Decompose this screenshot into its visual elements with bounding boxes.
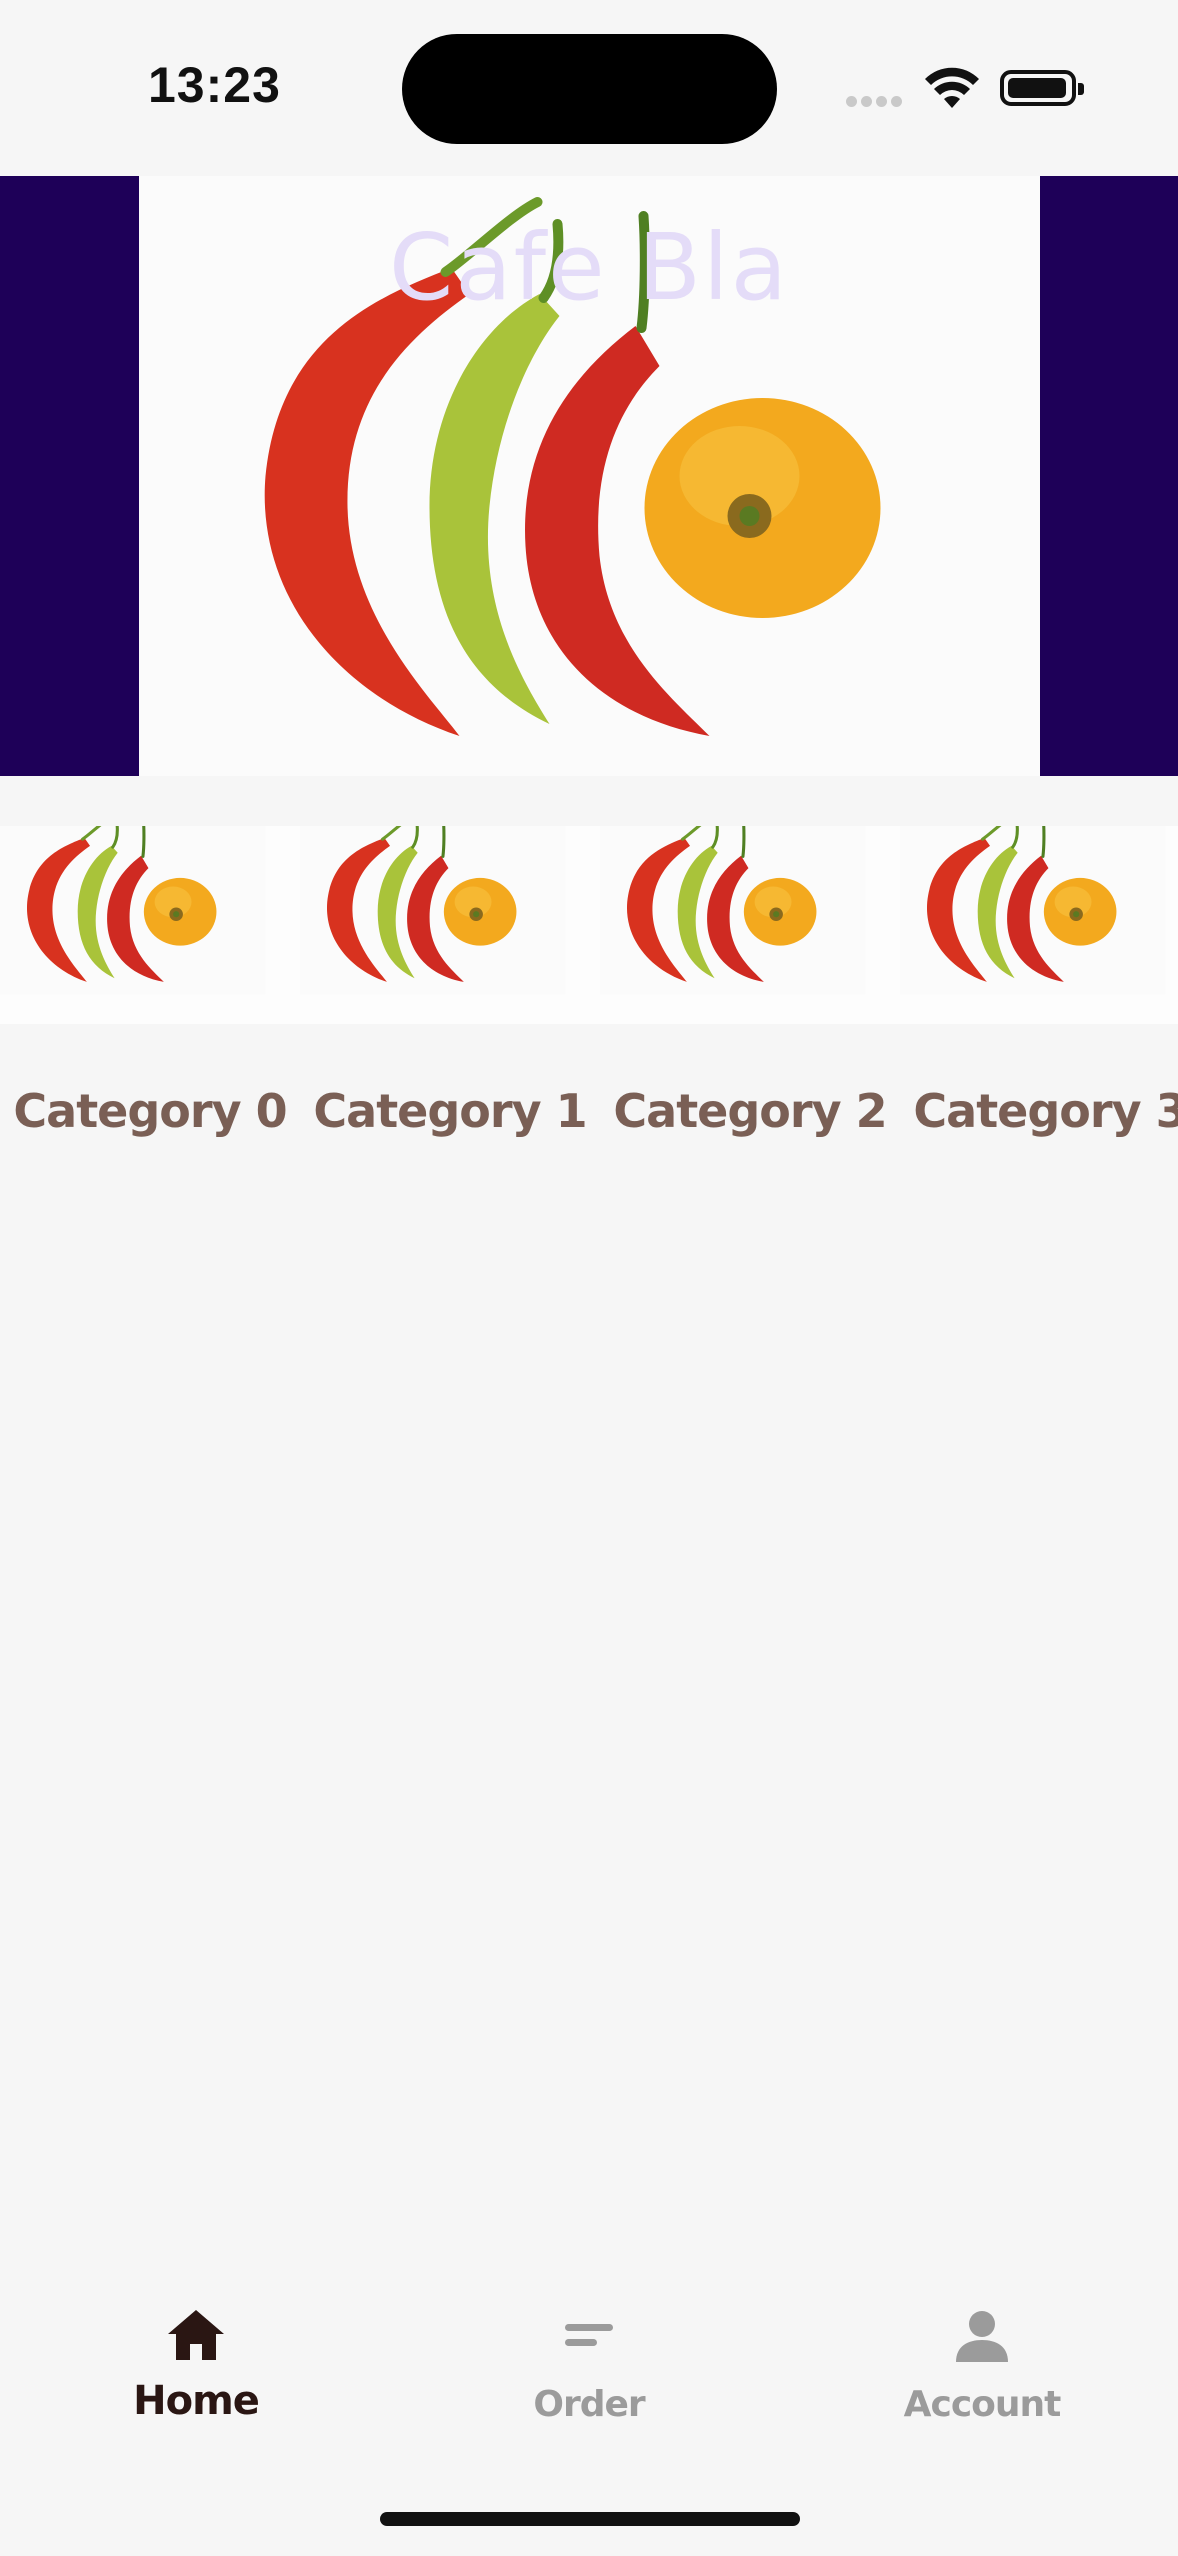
home-indicator[interactable]: [380, 2512, 800, 2526]
battery-icon: [1000, 70, 1084, 106]
nav-label: Account: [903, 2384, 1062, 2425]
category-item-0[interactable]: Category 0: [0, 826, 300, 1156]
category-label: Category 0: [13, 1084, 287, 1138]
nav-account[interactable]: Account: [857, 2280, 1107, 2450]
category-image: [300, 826, 600, 1024]
category-item-1[interactable]: Category 1: [300, 826, 600, 1156]
nav-label: Home: [133, 2378, 260, 2424]
home-icon: [168, 2310, 224, 2360]
app-screen: 13:23 Cafe Bla Category 0 Category 1 Cat…: [0, 0, 1178, 2556]
status-bar: 13:23: [0, 0, 1178, 170]
category-item-3[interactable]: Category 3: [900, 826, 1178, 1156]
category-item-2[interactable]: Category 2: [600, 826, 900, 1156]
order-icon: [565, 2324, 613, 2346]
wifi-icon: [925, 67, 979, 108]
person-icon: [956, 2311, 1008, 2362]
category-image: [0, 826, 300, 1024]
status-time: 13:23: [148, 57, 281, 113]
category-label: Category 3: [913, 1084, 1178, 1138]
category-label: Category 1: [313, 1084, 587, 1138]
category-image: [600, 826, 900, 1024]
category-image: [900, 826, 1178, 1024]
cellular-signal-icon: [846, 94, 906, 112]
nav-home[interactable]: Home: [71, 2280, 321, 2450]
category-list[interactable]: Category 0 Category 1 Category 2 Categor…: [0, 826, 1178, 1156]
bottom-nav: Home Order Account: [0, 2280, 1178, 2450]
category-label: Category 2: [613, 1084, 887, 1138]
nav-order[interactable]: Order: [464, 2280, 714, 2450]
hero-banner: Cafe Bla: [0, 176, 1178, 776]
nav-label: Order: [533, 2384, 645, 2425]
hero-title: Cafe Bla: [389, 214, 789, 321]
dynamic-island: [402, 34, 777, 144]
